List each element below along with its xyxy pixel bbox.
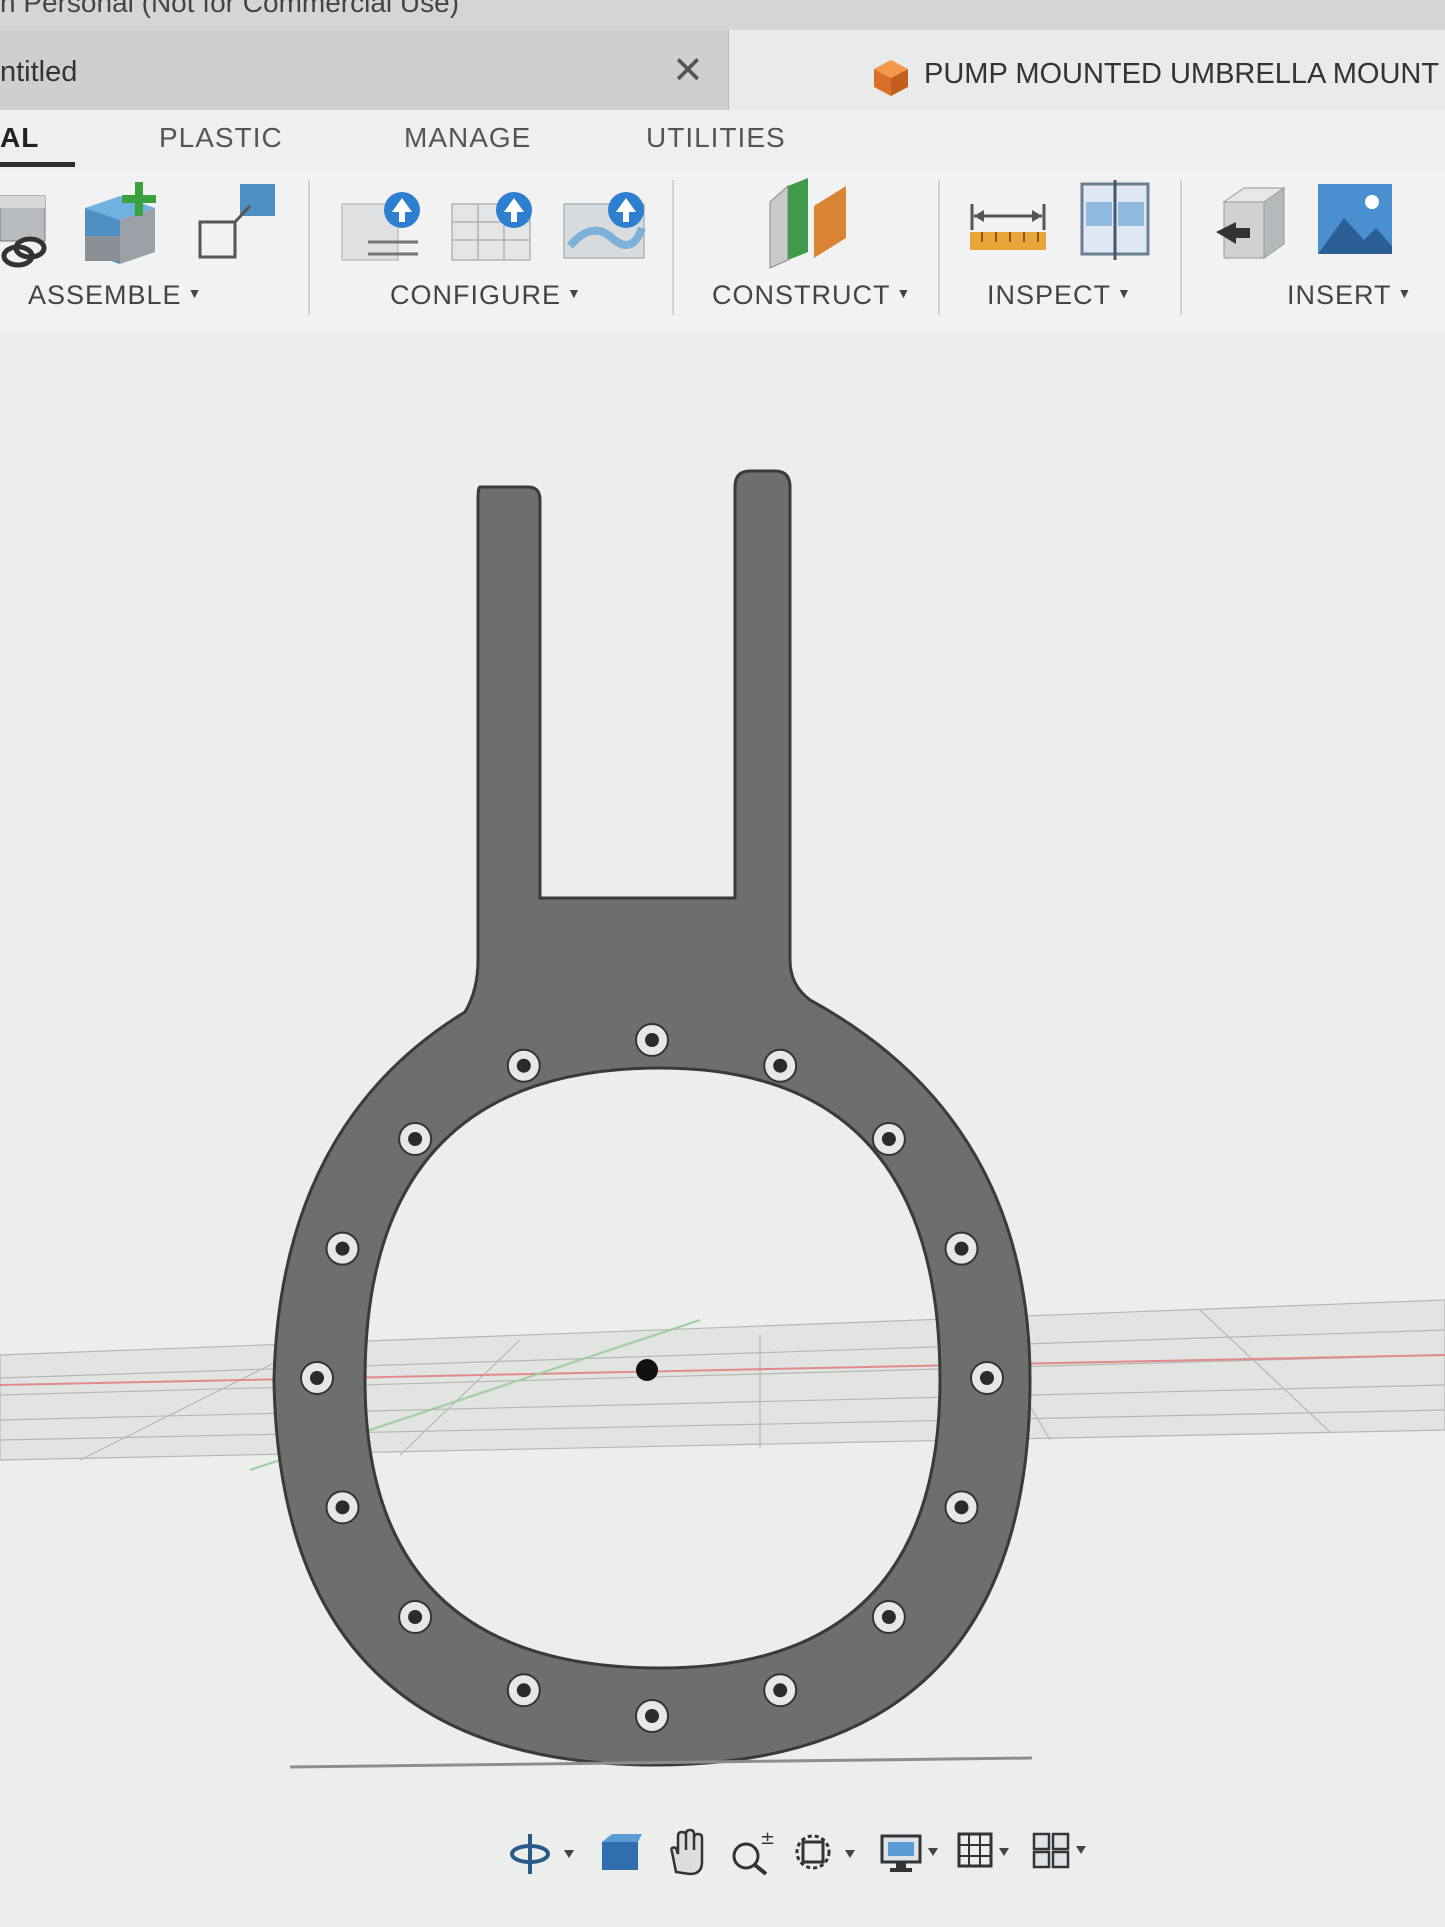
construct-plane-icon[interactable] <box>762 176 852 276</box>
svg-text:±: ± <box>760 1828 775 1849</box>
orange-cube-icon <box>874 60 908 96</box>
orbit-icon[interactable] <box>508 1828 578 1878</box>
document-tab-untitled[interactable]: ntitled ✕ <box>0 30 729 110</box>
bolt-hole-center <box>335 1500 350 1515</box>
zoom-icon[interactable]: ± <box>728 1828 778 1878</box>
bolt-hole-center <box>408 1610 423 1625</box>
bolt-hole-center <box>516 1058 531 1073</box>
group-label-construct[interactable]: CONSTRUCT ▼ <box>712 280 911 311</box>
insert-image-icon[interactable] <box>1316 180 1396 260</box>
bolt-hole-center <box>881 1131 896 1146</box>
bolt-hole-center <box>881 1610 896 1625</box>
navigation-bar: ± <box>0 1810 1445 1927</box>
tab-utilities[interactable]: UTILITIES <box>646 122 786 154</box>
group-label-text: CONSTRUCT <box>712 280 891 310</box>
configure-grid-upload-icon[interactable] <box>450 180 540 270</box>
group-label-insert[interactable]: INSERT ▼ <box>1287 280 1412 311</box>
group-label-text: CONFIGURE <box>390 280 561 310</box>
document-tabbar: ntitled ✕ PUMP MOUNTED UMBRELLA MOUNT <box>0 30 1445 110</box>
bolt-hole-center <box>773 1058 788 1073</box>
toolbar-divider <box>1180 180 1182 315</box>
ribbon-tabs: AL PLASTIC MANAGE UTILITIES <box>0 110 1445 170</box>
bolt-hole-center <box>980 1371 994 1385</box>
group-label-assemble[interactable]: ASSEMBLE ▼ <box>28 280 202 311</box>
group-label-text: ASSEMBLE <box>28 280 182 310</box>
rigid-group-icon[interactable] <box>195 184 285 264</box>
tab-manage[interactable]: MANAGE <box>404 122 531 154</box>
section-analysis-icon[interactable] <box>1078 178 1153 263</box>
toolbar-divider <box>938 180 940 315</box>
origin-point[interactable] <box>636 1359 658 1381</box>
configure-map-upload-icon[interactable] <box>562 180 652 270</box>
document-tab-pump-mount[interactable]: PUMP MOUNTED UMBRELLA MOUNT <box>729 30 1445 110</box>
document-tab-label: ntitled <box>0 56 78 88</box>
bolt-hole-center <box>645 1709 659 1723</box>
bolt-hole-center <box>516 1683 531 1698</box>
insert-derive-icon[interactable] <box>1210 180 1290 270</box>
toolbar-divider <box>308 180 310 315</box>
active-tab-underline <box>0 162 75 167</box>
group-label-inspect[interactable]: INSPECT ▼ <box>987 280 1132 311</box>
bolt-hole-center <box>773 1683 788 1698</box>
new-component-icon[interactable] <box>80 178 170 268</box>
group-label-text: INSPECT <box>987 280 1112 310</box>
bolt-hole-center <box>954 1500 969 1515</box>
toolbar-divider <box>672 180 674 315</box>
pan-icon[interactable] <box>662 1828 712 1878</box>
look-at-icon[interactable] <box>598 1828 643 1878</box>
display-settings-icon[interactable] <box>878 1828 948 1878</box>
bolt-hole-center <box>645 1033 659 1047</box>
tab-plastic[interactable]: PLASTIC <box>159 122 283 154</box>
fit-icon[interactable] <box>793 1828 863 1878</box>
bolt-hole-center <box>335 1241 350 1256</box>
grid-settings-icon[interactable] <box>955 1828 1020 1878</box>
tab-al[interactable]: AL <box>0 122 39 154</box>
bolt-hole-center <box>310 1371 324 1385</box>
toolbar-ribbon: ASSEMBLE ▼ CONFIGURE ▼ CONSTRUCT ▼ INSPE… <box>0 170 1445 330</box>
app-header-text: n Personal (Not for Commercial Use) <box>0 0 460 18</box>
app-header: n Personal (Not for Commercial Use) <box>0 0 1445 30</box>
model-canvas[interactable] <box>0 330 1445 1840</box>
viewports-icon[interactable] <box>1030 1828 1095 1878</box>
group-label-configure[interactable]: CONFIGURE ▼ <box>390 280 582 311</box>
joint-link-icon[interactable] <box>0 188 55 268</box>
close-icon[interactable]: ✕ <box>672 48 704 93</box>
bolt-hole-center <box>954 1241 969 1256</box>
document-tab-label: PUMP MOUNTED UMBRELLA MOUNT <box>924 58 1440 90</box>
bolt-hole-center <box>408 1131 423 1146</box>
umbrella-mount-plate[interactable] <box>272 469 1032 1767</box>
measure-icon[interactable] <box>968 190 1048 260</box>
group-label-text: INSERT <box>1287 280 1392 310</box>
configure-table-upload-icon[interactable] <box>338 180 428 270</box>
